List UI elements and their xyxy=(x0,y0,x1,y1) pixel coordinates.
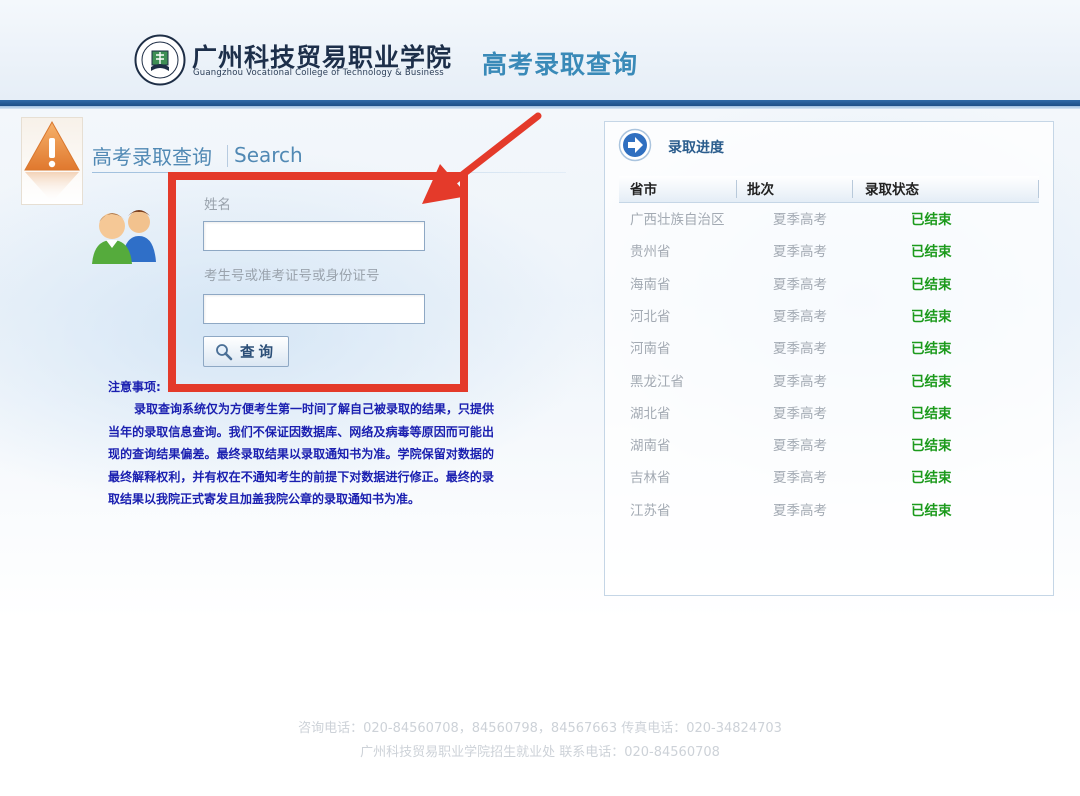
arrow-right-circle-icon xyxy=(618,128,652,162)
province-cell: 河南省 xyxy=(630,341,671,358)
batch-cell: 夏季高考 xyxy=(773,276,827,293)
province-cell: 湖南省 xyxy=(630,438,671,455)
status-cell: 已结束 xyxy=(911,341,952,358)
college-name-en: Guangzhou Vocational College of Technolo… xyxy=(193,68,444,78)
province-cell: 贵州省 xyxy=(630,244,671,261)
status-cell: 已结束 xyxy=(911,244,952,261)
province-cell: 广西壮族自治区 xyxy=(630,212,725,228)
header-title: 高考录取查询 xyxy=(482,50,639,79)
status-cell: 已结束 xyxy=(911,405,952,422)
warning-icon-box xyxy=(21,117,83,205)
table-header xyxy=(619,176,1039,203)
id-input[interactable] xyxy=(203,294,425,324)
progress-title: 录取进度 xyxy=(668,140,724,156)
province-cell: 江苏省 xyxy=(630,502,671,519)
status-cell: 已结束 xyxy=(911,212,952,228)
batch-cell: 夏季高考 xyxy=(773,470,827,487)
search-button-label: 查询 xyxy=(240,345,277,361)
status-cell: 已结束 xyxy=(911,502,952,519)
batch-cell: 夏季高考 xyxy=(773,373,827,390)
province-cell: 湖北省 xyxy=(630,405,671,422)
column-header-status: 录取状态 xyxy=(865,182,919,198)
status-cell: 已结束 xyxy=(911,470,952,487)
column-separator xyxy=(852,180,853,198)
search-title-cn: 高考录取查询 xyxy=(92,145,212,169)
column-header-province: 省市 xyxy=(630,182,657,198)
batch-cell: 夏季高考 xyxy=(773,502,827,519)
batch-cell: 夏季高考 xyxy=(773,438,827,455)
province-cell: 海南省 xyxy=(630,276,671,293)
warning-icon xyxy=(24,120,80,202)
search-title-en: Search xyxy=(234,143,303,167)
batch-cell: 夏季高考 xyxy=(773,308,827,325)
name-input[interactable] xyxy=(203,221,425,251)
status-cell: 已结束 xyxy=(911,308,952,325)
users-icon xyxy=(92,210,156,264)
notice-body: 录取查询系统仅为方便考生第一时间了解自己被录取的结果，只提供当年的录取信息查询。… xyxy=(108,402,495,506)
batch-cell: 夏季高考 xyxy=(773,405,827,422)
batch-cell: 夏季高考 xyxy=(773,244,827,261)
status-cell: 已结束 xyxy=(911,438,952,455)
search-button[interactable]: 查询 xyxy=(203,336,289,367)
status-cell: 已结束 xyxy=(911,373,952,390)
batch-cell: 夏季高考 xyxy=(773,341,827,358)
province-cell: 河北省 xyxy=(630,308,671,325)
status-cell: 已结束 xyxy=(911,276,952,293)
batch-cell: 夏季高考 xyxy=(773,212,827,228)
college-logo-icon xyxy=(134,34,186,86)
column-separator xyxy=(1038,180,1039,198)
red-arrow-annotation xyxy=(422,112,542,204)
footer-contact-line: 咨询电话：020-84560708，84560798，84567663 传真电话… xyxy=(298,721,782,736)
magnifier-icon xyxy=(216,343,233,360)
name-label: 姓名 xyxy=(204,197,231,213)
column-header-batch: 批次 xyxy=(747,182,774,198)
footer-office-line: 广州科技贸易职业学院招生就业处 联系电话：020-84560708 xyxy=(360,745,720,760)
column-separator xyxy=(736,180,737,198)
province-cell: 吉林省 xyxy=(630,470,671,487)
province-cell: 黑龙江省 xyxy=(630,373,684,390)
notice-title: 注意事项: xyxy=(108,380,161,394)
title-separator xyxy=(227,145,228,167)
id-label: 考生号或准考证号或身份证号 xyxy=(204,268,380,284)
